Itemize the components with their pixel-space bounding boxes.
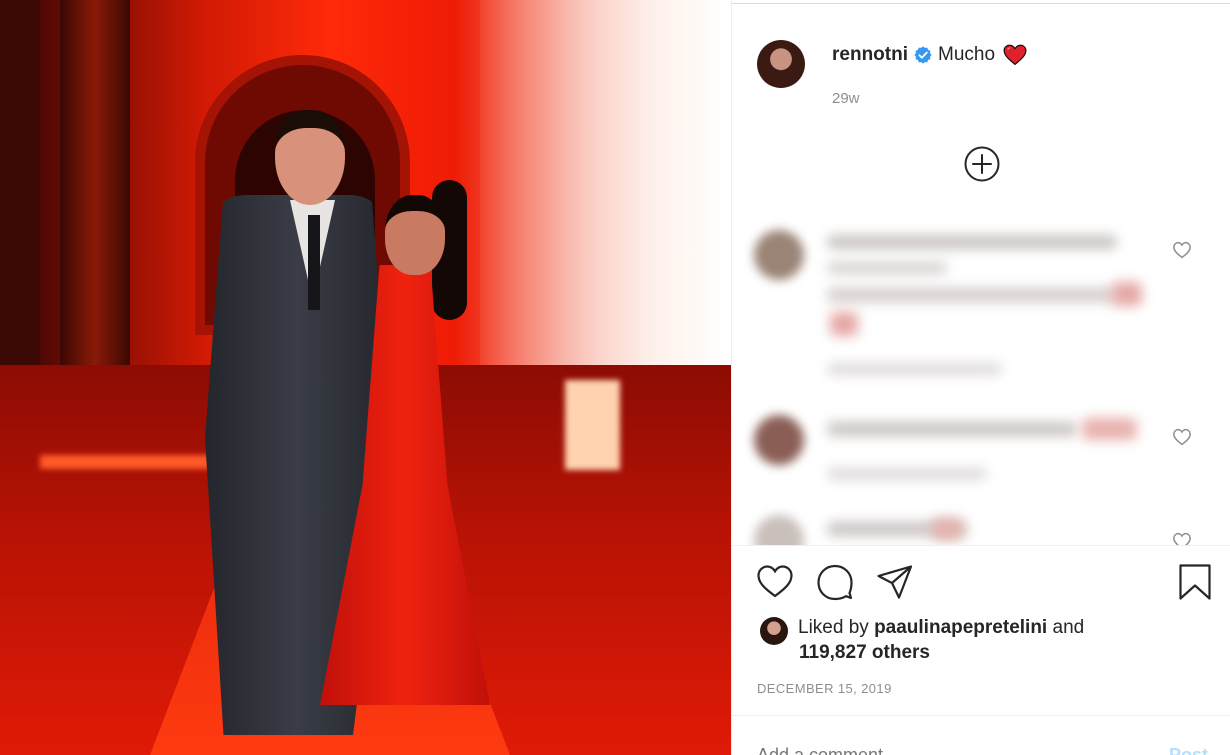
likes-others-link[interactable]: 119,827 others bbox=[799, 642, 930, 664]
comment-text-blurred bbox=[827, 288, 1117, 302]
author-avatar[interactable] bbox=[757, 40, 805, 88]
photo-wall-glow bbox=[565, 380, 620, 470]
comment-avatar-blurred bbox=[754, 230, 804, 280]
post-details-panel: rennotni Mucho 29w Liked by paaulinapepr… bbox=[731, 0, 1230, 755]
comment-avatar-blurred bbox=[754, 415, 804, 465]
liker-avatar[interactable] bbox=[760, 617, 788, 645]
comment-like-heart-icon[interactable] bbox=[1172, 241, 1192, 259]
comment-emoji-blurred bbox=[932, 518, 962, 540]
likes-conjunction: and bbox=[1052, 617, 1085, 638]
author-username[interactable]: rennotni bbox=[832, 44, 908, 66]
panel-top-divider bbox=[732, 3, 1230, 4]
comment-text-blurred bbox=[827, 422, 1077, 436]
photo-pillar bbox=[60, 0, 130, 420]
red-heart-emoji-icon bbox=[1003, 44, 1027, 66]
actions-divider bbox=[732, 545, 1230, 546]
likes-prefix: Liked by bbox=[798, 617, 869, 638]
photo-floor-light bbox=[40, 455, 220, 469]
like-heart-icon[interactable] bbox=[756, 563, 794, 601]
caption-text: Mucho bbox=[938, 44, 996, 65]
comment-emoji-blurred bbox=[1112, 282, 1142, 306]
comment-icon[interactable] bbox=[816, 563, 854, 601]
comment-emoji-blurred bbox=[1082, 418, 1137, 440]
comment-like-heart-icon[interactable] bbox=[1172, 428, 1192, 446]
comment-emoji-blurred bbox=[830, 312, 858, 336]
photo-man-tie bbox=[308, 215, 320, 310]
comment-text-blurred bbox=[827, 262, 947, 274]
comment-divider bbox=[732, 715, 1230, 716]
post-comment-button[interactable]: Post bbox=[1169, 745, 1208, 755]
caption: rennotni Mucho bbox=[832, 43, 1027, 67]
post-date[interactable]: DECEMBER 15, 2019 bbox=[757, 681, 892, 696]
comment-input[interactable] bbox=[757, 745, 1137, 755]
photo-man-head bbox=[275, 110, 345, 205]
liker-username[interactable]: paaulinapepretelini bbox=[874, 617, 1047, 638]
bookmark-icon[interactable] bbox=[1176, 563, 1214, 601]
likes-summary: Liked by paaulinapepretelini and bbox=[760, 615, 1084, 645]
comment-like-heart-icon[interactable] bbox=[1172, 532, 1192, 545]
share-icon[interactable] bbox=[876, 563, 914, 601]
verified-badge-icon bbox=[914, 46, 932, 64]
comment-text-blurred bbox=[827, 235, 1117, 249]
comments-list[interactable] bbox=[732, 210, 1230, 545]
plus-circle-icon[interactable] bbox=[964, 146, 1000, 182]
photo-woman-head bbox=[385, 195, 445, 275]
comment-avatar-blurred bbox=[754, 515, 804, 545]
comment-meta-blurred bbox=[827, 468, 987, 480]
post-photo[interactable] bbox=[0, 0, 731, 755]
comment-meta-blurred bbox=[827, 363, 1002, 375]
post-time: 29w bbox=[832, 90, 860, 107]
